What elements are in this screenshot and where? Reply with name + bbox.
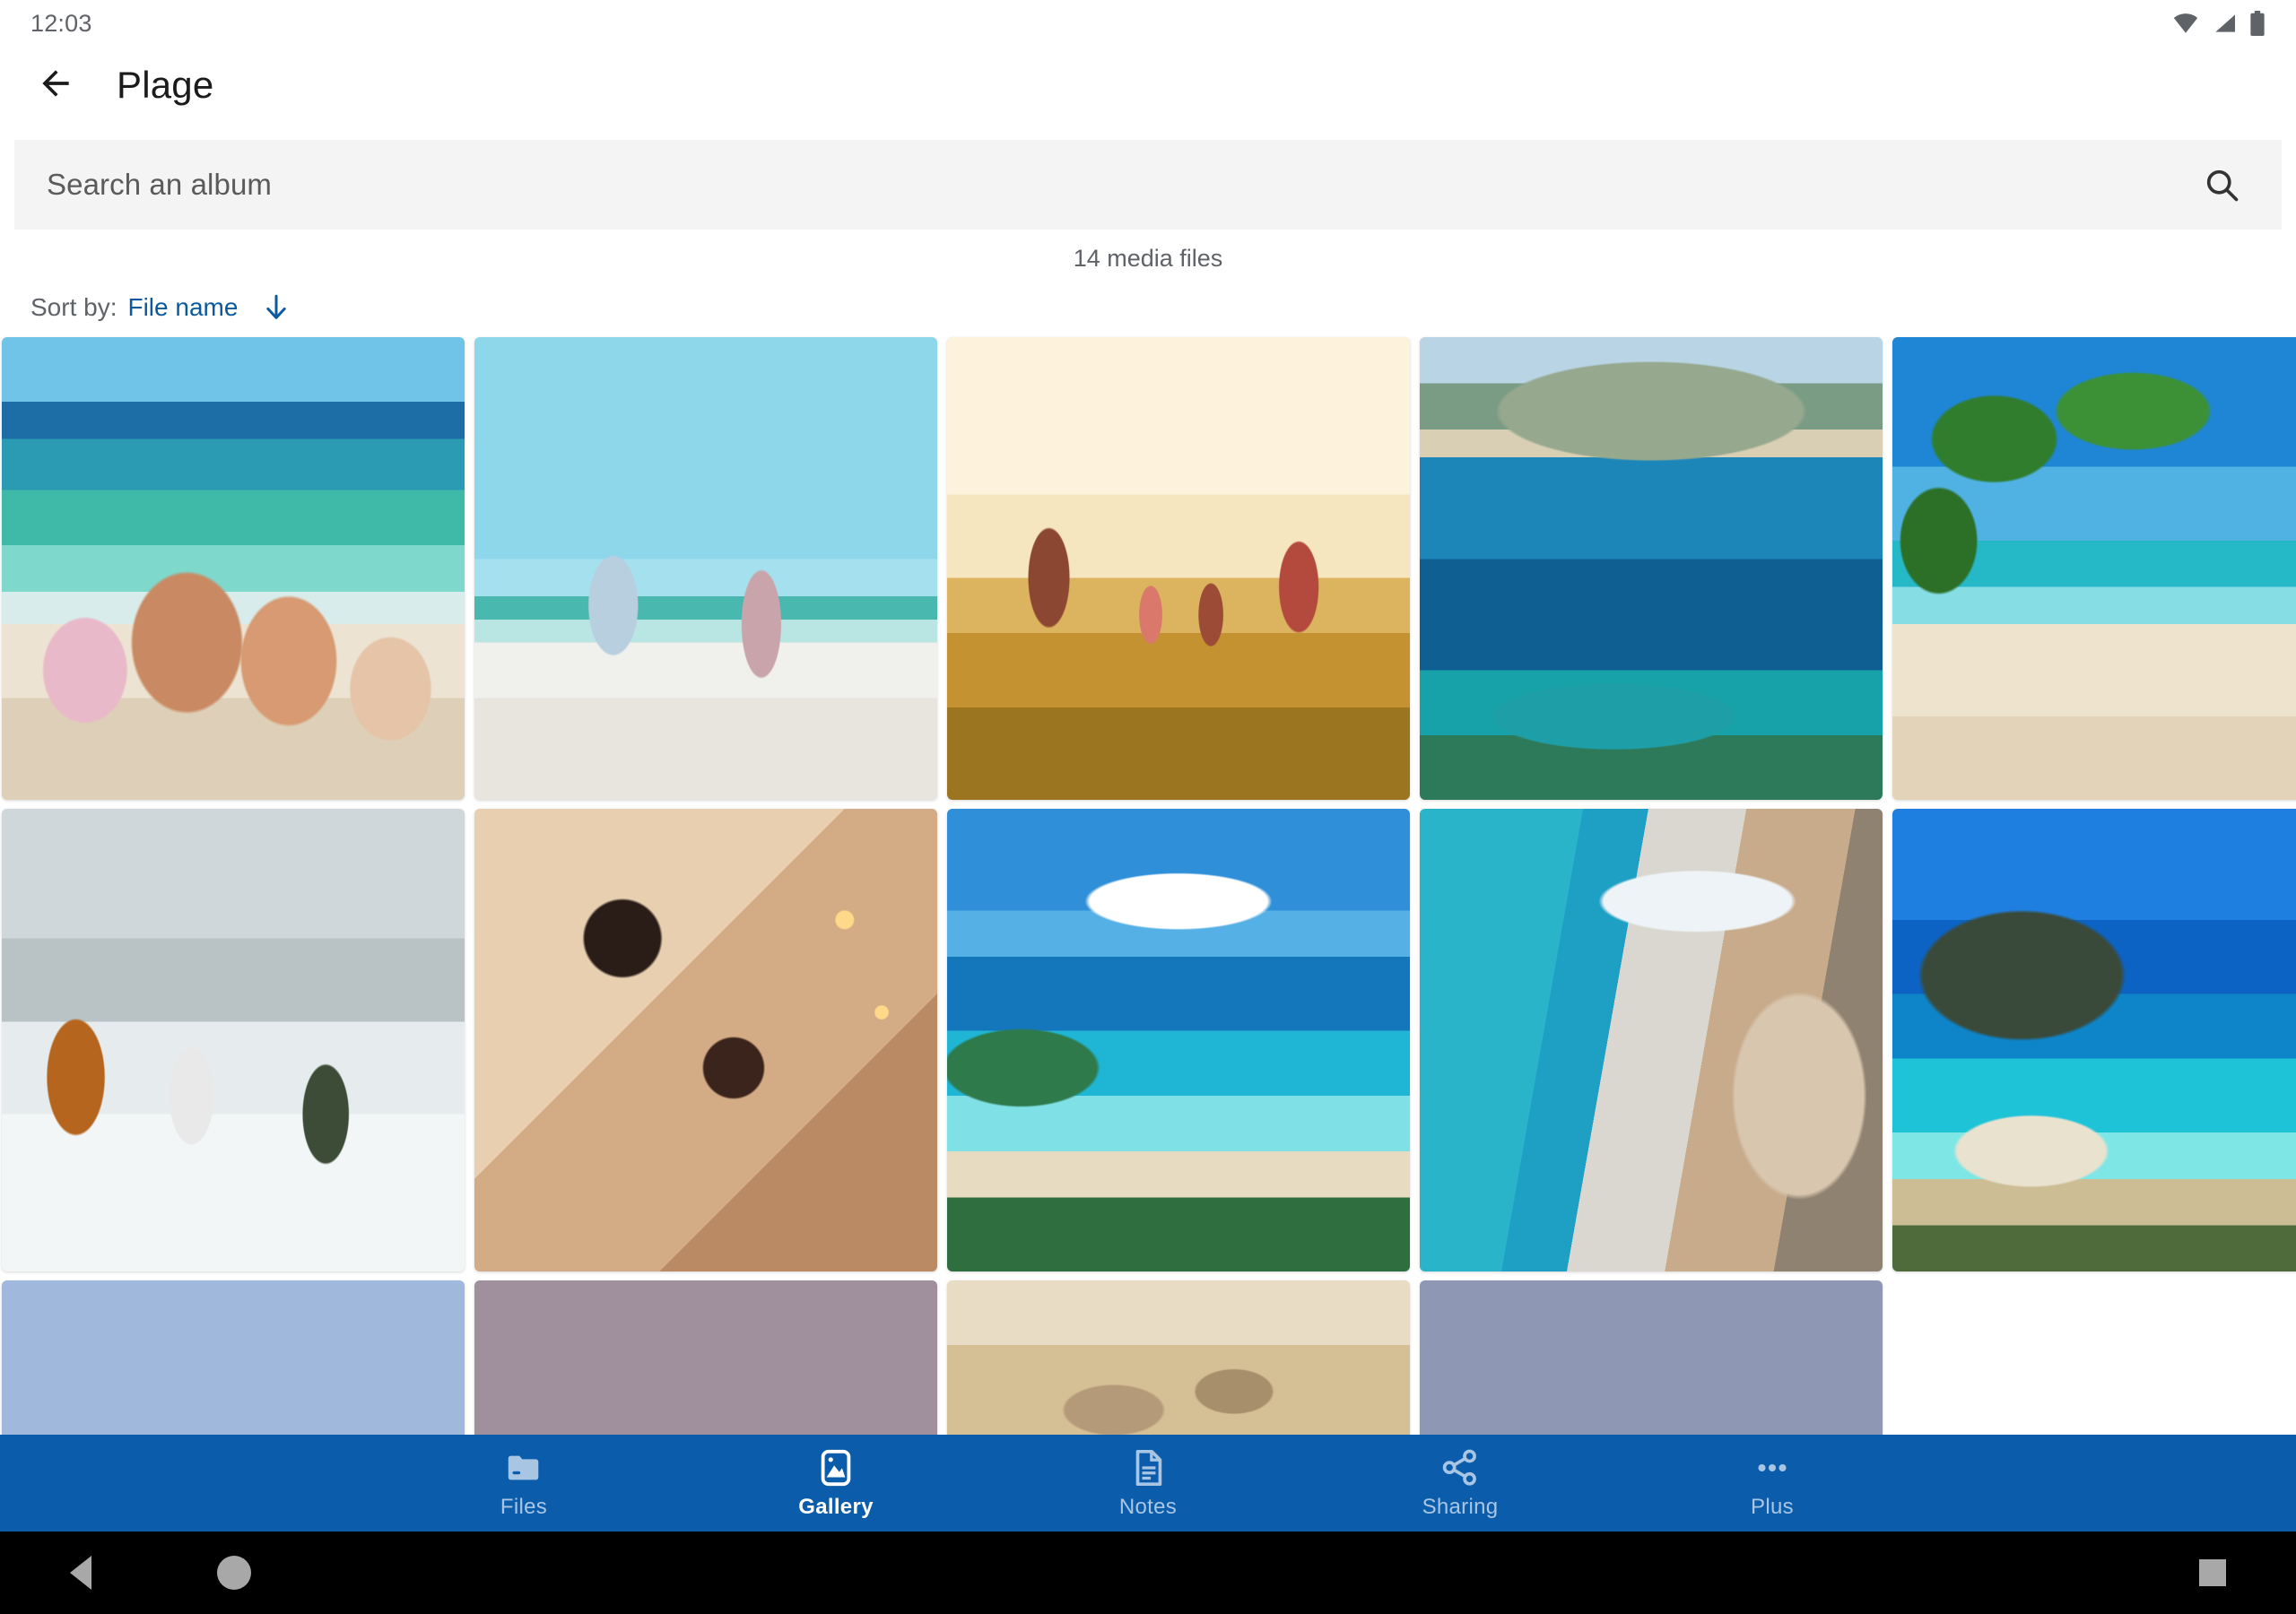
battery-icon	[2249, 11, 2266, 36]
sort-value[interactable]: File name	[127, 293, 238, 322]
search-section	[0, 124, 2296, 230]
media-tile[interactable]	[474, 337, 937, 800]
app-toolbar: Plage	[0, 47, 2296, 124]
media-tile[interactable]	[2, 337, 465, 800]
nav-label: Plus	[1751, 1494, 1794, 1519]
media-tile[interactable]	[2, 809, 465, 1271]
media-count: 14 media files	[1073, 244, 1223, 272]
media-tile[interactable]	[1892, 337, 2296, 800]
search-icon[interactable]	[2197, 161, 2246, 209]
back-button[interactable]	[30, 60, 81, 110]
mother-child-tent	[474, 809, 937, 1271]
arrow-down-icon[interactable]	[261, 292, 291, 323]
bay-aerial-view	[1420, 337, 1883, 800]
cliff-bay-turquoise	[1892, 809, 2296, 1271]
square-recents-icon[interactable]	[2199, 1559, 2226, 1586]
nav-item-notes[interactable]: Notes	[992, 1435, 1304, 1532]
status-bar: 12:03	[0, 0, 2296, 47]
family-sunset-field	[947, 337, 1410, 800]
triangle-back-icon[interactable]	[70, 1556, 91, 1590]
nav-label: Files	[500, 1494, 548, 1519]
media-tile[interactable]	[947, 337, 1410, 800]
share-icon	[1439, 1447, 1481, 1488]
nav-item-plus[interactable]: Plus	[1616, 1435, 1928, 1532]
nav-item-gallery[interactable]: Gallery	[680, 1435, 992, 1532]
media-tile[interactable]	[947, 809, 1410, 1271]
sort-controls: Sort by: File name	[0, 287, 2296, 337]
search-bar[interactable]	[14, 140, 2282, 230]
search-input[interactable]	[47, 168, 2026, 202]
city-beach-promenade	[1420, 809, 1883, 1271]
bottom-navigation: Files Gallery Notes Sharing Plus	[0, 1435, 2296, 1532]
nav-label: Sharing	[1422, 1494, 1499, 1519]
nav-label: Gallery	[798, 1494, 874, 1519]
nav-item-files[interactable]: Files	[368, 1435, 680, 1532]
folder-icon	[503, 1447, 544, 1488]
media-grid	[0, 337, 2296, 1532]
media-tile[interactable]	[1892, 809, 2296, 1271]
sort-label: Sort by:	[30, 293, 117, 321]
status-icon-group	[2172, 11, 2266, 36]
palm-tree-beach	[1892, 337, 2296, 800]
turquoise-lagoon	[947, 809, 1410, 1271]
wifi-icon	[2172, 13, 2199, 34]
family-running-beach	[474, 337, 937, 800]
beach-family-sitting	[2, 337, 465, 800]
arrow-back-icon	[36, 64, 75, 108]
circle-home-icon[interactable]	[217, 1556, 251, 1590]
system-navigation-bar	[0, 1532, 2296, 1614]
nav-label: Notes	[1118, 1494, 1178, 1519]
family-snowman-winter	[2, 809, 465, 1271]
note-icon	[1127, 1447, 1169, 1488]
media-tile[interactable]	[1420, 809, 1883, 1271]
cellular-signal-icon	[2212, 13, 2237, 34]
nav-item-sharing[interactable]: Sharing	[1304, 1435, 1616, 1532]
media-tile[interactable]	[474, 809, 937, 1271]
image-icon	[815, 1447, 857, 1488]
status-clock: 12:03	[30, 9, 92, 37]
media-tile[interactable]	[1420, 337, 1883, 800]
app-content: 12:03 Plage Search an album 14 media fil…	[0, 0, 2296, 1532]
more-dots-icon	[1752, 1447, 1793, 1488]
page-title: Plage	[117, 64, 214, 106]
